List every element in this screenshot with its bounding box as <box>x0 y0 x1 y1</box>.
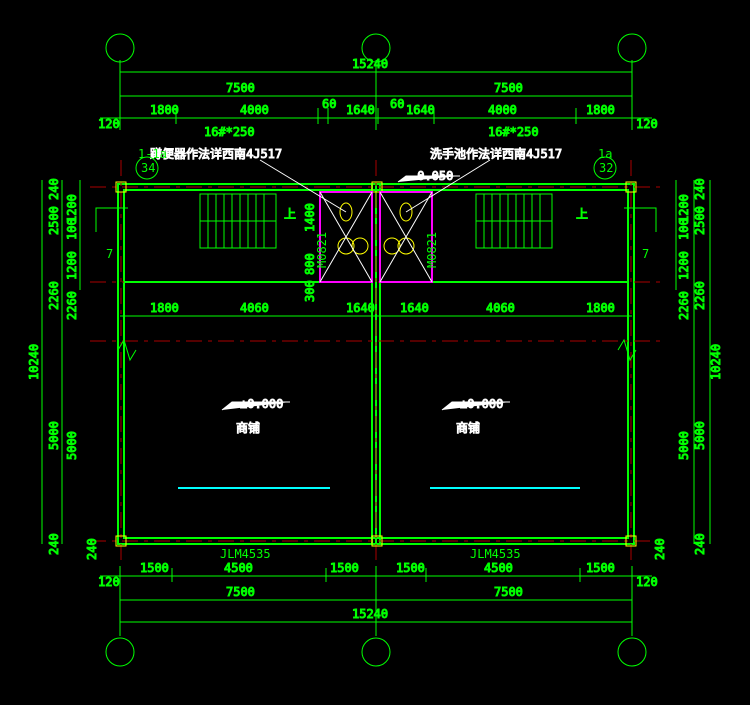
svg-text:1500: 1500 <box>396 561 425 575</box>
svg-text:商铺: 商铺 <box>236 420 260 435</box>
svg-text:蹲便器作法详西南4J517: 蹲便器作法详西南4J517 <box>150 146 282 161</box>
svg-text:240: 240 <box>693 533 707 555</box>
svg-text:2500: 2500 <box>47 206 61 235</box>
svg-text:5000: 5000 <box>693 421 707 450</box>
svg-text:7500: 7500 <box>494 585 523 599</box>
svg-text:10240: 10240 <box>27 344 41 380</box>
svg-text:15240: 15240 <box>352 607 388 621</box>
svg-text:34: 34 <box>141 161 155 175</box>
svg-text:1200: 1200 <box>65 251 79 280</box>
svg-text:4000: 4000 <box>488 103 517 117</box>
svg-text:240: 240 <box>693 178 707 200</box>
svg-text:120: 120 <box>636 575 658 589</box>
svg-text:上: 上 <box>284 207 296 221</box>
svg-text:1500: 1500 <box>140 561 169 575</box>
svg-text:5000: 5000 <box>65 431 79 460</box>
svg-text:2500: 2500 <box>693 206 707 235</box>
svg-text:1640: 1640 <box>346 301 375 315</box>
svg-text:60: 60 <box>322 97 336 111</box>
svg-text:4500: 4500 <box>484 561 513 575</box>
svg-text:4000: 4000 <box>240 103 269 117</box>
svg-text:1500: 1500 <box>586 561 615 575</box>
dim-total-w: 15240 <box>352 57 388 71</box>
svg-text:2260: 2260 <box>693 281 707 310</box>
svg-text:5000: 5000 <box>47 421 61 450</box>
svg-text:1a: 1a <box>598 147 612 161</box>
svg-text:240: 240 <box>85 538 99 560</box>
svg-text:16#*250: 16#*250 <box>488 125 539 139</box>
svg-text:120: 120 <box>98 117 120 131</box>
svg-text:800: 800 <box>303 253 317 275</box>
svg-text:1800: 1800 <box>150 103 179 117</box>
svg-text:4060: 4060 <box>486 301 515 315</box>
svg-text:洗手池作法详西南4J517: 洗手池作法详西南4J517 <box>430 146 562 161</box>
svg-text:1640: 1640 <box>346 103 375 117</box>
svg-text:32: 32 <box>599 161 613 175</box>
svg-text:240: 240 <box>47 178 61 200</box>
grid-bubbles-bottom <box>106 638 646 666</box>
svg-text:2260: 2260 <box>65 291 79 320</box>
svg-text:120: 120 <box>636 117 658 131</box>
svg-text:7500: 7500 <box>494 81 523 95</box>
svg-text:商铺: 商铺 <box>456 420 480 435</box>
svg-text:1400: 1400 <box>303 203 317 232</box>
svg-text:240: 240 <box>47 533 61 555</box>
svg-text:1200: 1200 <box>677 251 691 280</box>
left-dim-chain: 10240 240 2500 2260 5000 240 1200 100 12… <box>27 178 80 555</box>
svg-text:60: 60 <box>390 97 404 111</box>
svg-text:2260: 2260 <box>47 281 61 310</box>
small-bubbles: 34 1-1a 32 1a 7 7 <box>106 147 649 261</box>
svg-text:16#*250: 16#*250 <box>204 125 255 139</box>
shop-right: ±0.000 商铺 <box>430 397 580 488</box>
svg-text:M0821: M0821 <box>315 232 329 268</box>
svg-text:M0821: M0821 <box>425 232 439 268</box>
svg-text:7: 7 <box>642 247 649 261</box>
svg-text:JLM4535: JLM4535 <box>220 547 271 561</box>
bottom-openings: JLM4535 JLM4535 <box>220 547 521 561</box>
right-dim-chain: 10240 240 2500 2260 5000 240 1200 100 12… <box>676 178 723 555</box>
svg-text:1500: 1500 <box>330 561 359 575</box>
svg-text:1800: 1800 <box>586 301 615 315</box>
stair-left: 上 <box>200 194 296 248</box>
svg-text:1800: 1800 <box>150 301 179 315</box>
svg-text:7500: 7500 <box>226 585 255 599</box>
svg-text:JLM4535: JLM4535 <box>470 547 521 561</box>
shop-left: ±0.000 商铺 <box>178 397 330 488</box>
svg-text:1-1a: 1-1a <box>138 147 167 161</box>
svg-text:1640: 1640 <box>406 103 435 117</box>
svg-text:上: 上 <box>576 207 588 221</box>
svg-text:100: 100 <box>677 218 691 240</box>
top-dim-chain: 15240 7500 7500 120 1800 4000 60 1640 60… <box>98 57 658 139</box>
svg-text:5000: 5000 <box>677 431 691 460</box>
svg-text:4060: 4060 <box>240 301 269 315</box>
svg-text:240: 240 <box>653 538 667 560</box>
floor-plan: 15240 7500 7500 120 1800 4000 60 1640 60… <box>0 0 750 705</box>
svg-text:2260: 2260 <box>677 291 691 320</box>
svg-text:1640: 1640 <box>400 301 429 315</box>
svg-text:7: 7 <box>106 247 113 261</box>
svg-text:300: 300 <box>303 280 317 302</box>
svg-text:4500: 4500 <box>224 561 253 575</box>
svg-text:1800: 1800 <box>586 103 615 117</box>
svg-text:7500: 7500 <box>226 81 255 95</box>
svg-text:10240: 10240 <box>709 344 723 380</box>
svg-text:100: 100 <box>65 218 79 240</box>
svg-text:120: 120 <box>98 575 120 589</box>
stair-right: 上 <box>476 194 588 248</box>
